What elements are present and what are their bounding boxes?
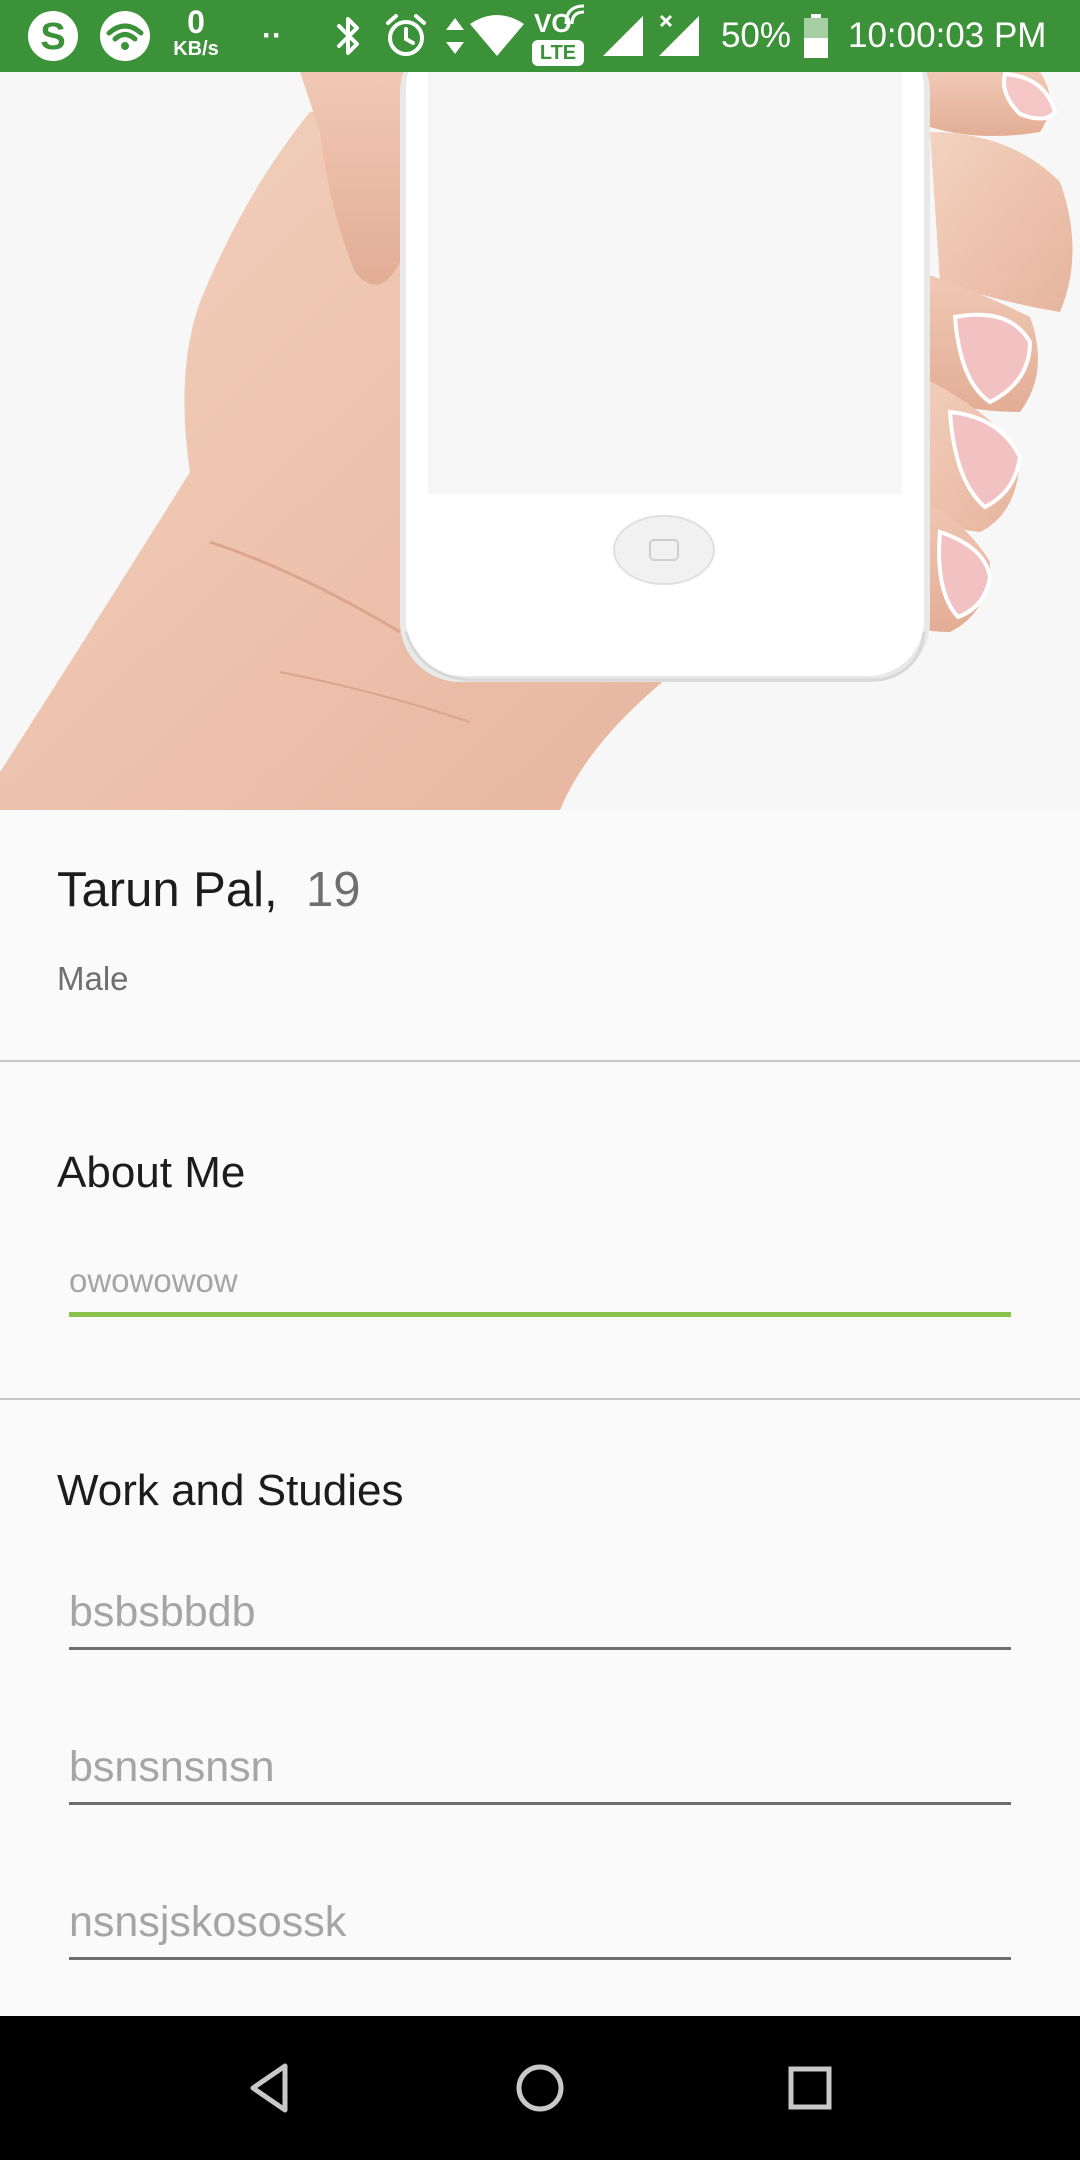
work-field-3-value: nsnsjskosossk [69, 1898, 347, 1946]
work-field-1-underline [69, 1647, 1011, 1650]
profile-photo[interactable] [0, 72, 1080, 810]
navigation-bar [0, 2016, 1080, 2160]
profile-name: Tarun Pal, [57, 863, 278, 917]
more-notifications-dots: ·· [262, 19, 282, 52]
recents-icon[interactable] [770, 2048, 850, 2128]
net-speed-value: 0 [187, 4, 205, 40]
back-icon[interactable] [230, 2048, 310, 2128]
work-field-1-value: bsbsbbdb [69, 1588, 256, 1636]
about-me-input[interactable]: owowowow [69, 1262, 1011, 1322]
about-me-title: About Me [57, 1148, 246, 1197]
work-field-1[interactable]: bsbsbbdb [69, 1588, 1011, 1652]
cell-signal-no-data-icon [654, 0, 704, 72]
divider [0, 1060, 1080, 1062]
work-field-3[interactable]: nsnsjskosossk [69, 1898, 1011, 1962]
skype-icon: S [22, 0, 84, 72]
home-icon[interactable] [500, 2048, 580, 2128]
divider [0, 1398, 1080, 1400]
profile-age: 19 [306, 863, 361, 917]
bluetooth-icon [328, 0, 368, 72]
wifi-signal-icon [466, 0, 528, 72]
work-field-2-value: bsnsnsnsn [69, 1743, 275, 1791]
about-me-value: owowowow [69, 1262, 238, 1299]
volte-icon: VO LTE [530, 0, 588, 72]
net-speed-indicator: 0 KB/s [168, 6, 224, 59]
status-time: 10:00:03 PM [848, 16, 1047, 55]
work-field-2-underline [69, 1802, 1011, 1805]
net-speed-unit: KB/s [173, 38, 219, 60]
status-bar: S 0 KB/s ·· VO LTE 50% 10:00:03 PM [0, 0, 1080, 72]
wifi-icon [94, 0, 156, 72]
battery-icon [798, 0, 834, 72]
profile-gender: Male [57, 960, 129, 997]
svg-text:S: S [40, 16, 65, 58]
about-me-underline [69, 1312, 1011, 1317]
alarm-icon [380, 0, 432, 72]
profile-screen: S 0 KB/s ·· VO LTE 50% 10:00:03 PM Tarun… [0, 0, 1080, 2160]
work-field-3-underline [69, 1957, 1011, 1960]
battery-percent: 50% [720, 16, 792, 55]
work-field-2[interactable]: bsnsnsnsn [69, 1743, 1011, 1807]
cell-signal-icon [598, 0, 648, 72]
work-studies-title: Work and Studies [57, 1466, 404, 1515]
